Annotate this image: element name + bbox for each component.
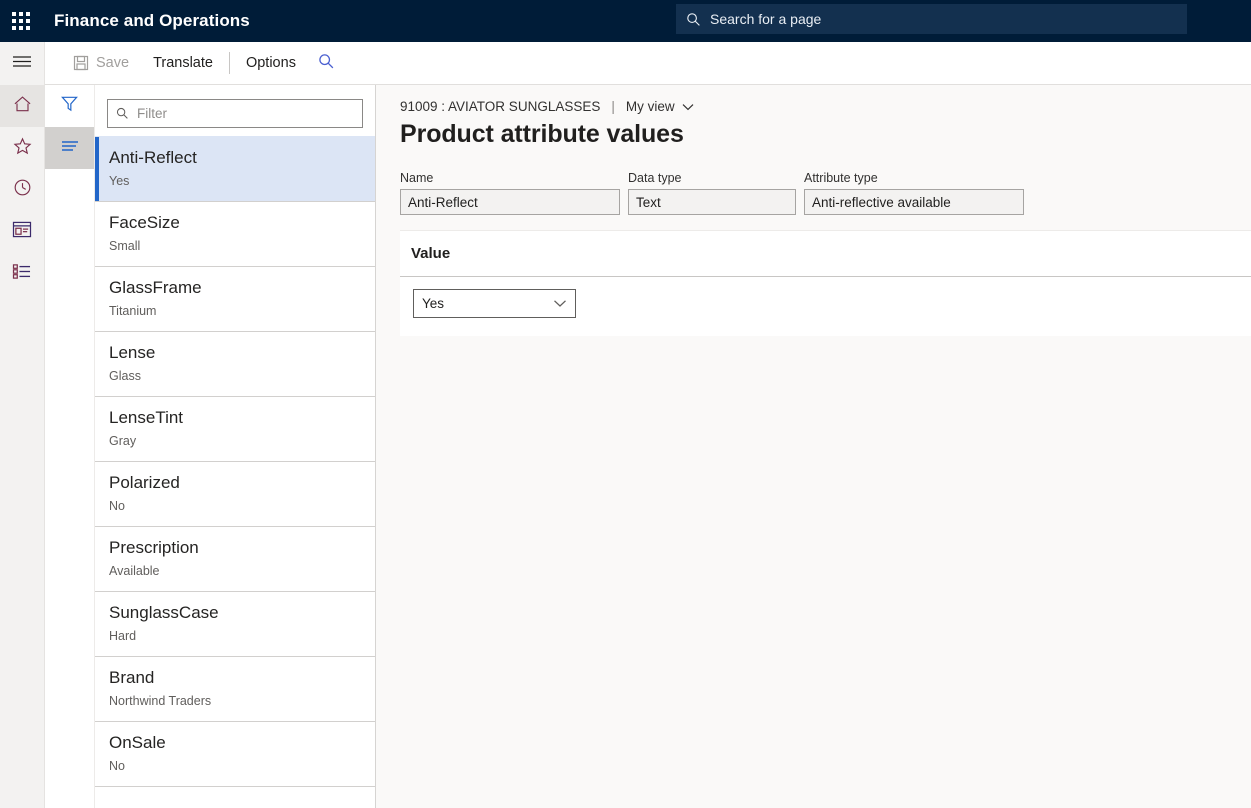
list-item[interactable]: Brand Northwind Traders [95,656,375,721]
search-icon [318,53,335,74]
list-item[interactable]: FaceSize Small [95,201,375,266]
data-type-field-label: Data type [628,171,796,185]
attribute-type-field-group: Attribute type Anti-reflective available [804,171,1024,215]
list-item-value: Glass [109,367,361,385]
home-icon [13,95,32,118]
translate-label: Translate [153,55,213,71]
waffle-grid-icon [12,12,30,30]
list-item-value: Titanium [109,302,361,320]
search-icon [686,12,701,27]
hamburger-icon [12,54,32,74]
list-item-value: No [109,497,361,515]
name-field-group: Name Anti-Reflect [400,171,620,215]
chevron-down-icon [682,103,694,111]
list-panel-button[interactable] [45,127,94,169]
page-title: Product attribute values [376,114,1251,149]
filter-panel-button[interactable] [45,85,94,127]
sidebar-item-modules[interactable] [0,253,44,295]
filter-placeholder: Filter [137,106,167,121]
list-item-value: Small [109,237,361,255]
list-item[interactable]: Polarized No [95,461,375,526]
options-label: Options [246,55,296,71]
list-item[interactable]: OnSale No [95,721,375,786]
sidebar-item-workspaces[interactable] [0,211,44,253]
view-selector[interactable]: My view [626,99,694,114]
list-item[interactable]: LenseTint Gray [95,396,375,461]
attribute-type-field[interactable]: Anti-reflective available [804,189,1024,215]
list-item-name: LenseTint [109,407,361,429]
list-item[interactable]: Prescription Available [95,526,375,591]
toolbar-search-button[interactable] [308,42,345,84]
clock-icon [13,178,32,202]
attribute-list-panel: Filter Anti-Reflect Yes FaceSize Small G… [95,85,376,808]
breadcrumb-record: 91009 : AVIATOR SUNGLASSES [400,99,600,114]
list-item-name: SunglassCase [109,602,361,624]
data-type-field[interactable]: Text [628,189,796,215]
app-title: Finance and Operations [54,11,250,31]
list-lines-icon [60,139,80,158]
list-item-name: Anti-Reflect [109,147,361,169]
save-disk-icon [73,55,89,71]
list-item-value: Available [109,562,361,580]
list-item[interactable]: SunglassCase Hard [95,591,375,656]
breadcrumb-separator: | [611,99,615,114]
star-icon [13,137,32,160]
save-button[interactable]: Save [61,42,141,84]
list-item[interactable]: Lense Glass [95,331,375,396]
list-item[interactable]: Anti-Reflect Yes [95,136,375,201]
value-section: Value Yes [400,230,1251,336]
list-view-rail [45,85,95,808]
translate-button[interactable]: Translate [141,42,225,84]
command-bar: Save Translate Options [45,42,1251,85]
global-search-placeholder: Search for a page [710,11,821,27]
data-type-field-group: Data type Text [628,171,796,215]
value-section-body: Yes [400,277,1251,336]
value-section-header: Value [400,231,1251,277]
list-item-value: Hard [109,627,361,645]
main-content: 91009 : AVIATOR SUNGLASSES | My view Pro… [376,85,1251,808]
breadcrumb: 91009 : AVIATOR SUNGLASSES | My view [376,85,1251,114]
field-group: Name Anti-Reflect Data type Text Attribu… [376,149,1251,215]
attribute-type-field-label: Attribute type [804,171,1024,185]
list-item-value: No [109,757,361,775]
search-icon [116,107,129,120]
toolbar-divider [229,52,230,74]
sidebar-item-recent[interactable] [0,169,44,211]
list-item-name: Lense [109,342,361,364]
sidebar-item-home[interactable] [0,85,44,127]
list-item-name: OnSale [109,732,361,754]
funnel-filter-icon [60,94,79,118]
name-field[interactable]: Anti-Reflect [400,189,620,215]
value-dropdown[interactable]: Yes [413,289,576,318]
workspace-icon [12,221,32,243]
filter-container: Filter [95,85,375,136]
sidebar-item-favorites[interactable] [0,127,44,169]
list-item-name: Polarized [109,472,361,494]
list-item[interactable]: GlassFrame Titanium [95,266,375,331]
left-navigation-rail [0,42,45,808]
waffle-menu-button[interactable] [0,0,42,42]
list-item-name: GlassFrame [109,277,361,299]
chevron-down-icon [553,299,567,308]
list-item-value: Gray [109,432,361,450]
sidebar-item-hamburger-menu[interactable] [0,42,44,85]
list-modules-icon [12,263,32,285]
list-item-value: Northwind Traders [109,692,361,710]
save-label: Save [96,55,129,71]
list-item-name: FaceSize [109,212,361,234]
name-field-label: Name [400,171,620,185]
list-item-name: Prescription [109,537,361,559]
list-item-name: Brand [109,667,361,689]
options-button[interactable]: Options [234,42,308,84]
list-item-value: Yes [109,172,361,190]
view-selector-label: My view [626,99,675,114]
list-item[interactable] [95,786,375,808]
global-search-input[interactable]: Search for a page [676,4,1187,34]
value-dropdown-selected: Yes [422,296,444,311]
app-header: Finance and Operations Search for a page [0,0,1251,42]
filter-input[interactable]: Filter [107,99,363,128]
